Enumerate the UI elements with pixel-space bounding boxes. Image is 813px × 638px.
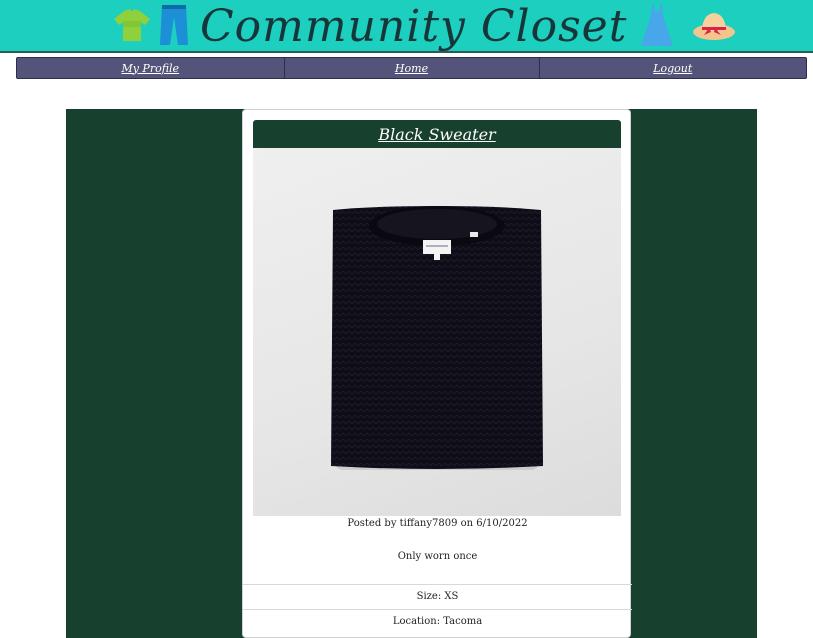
listing-title[interactable]: Black Sweater [253,120,621,148]
tshirt-icon [110,7,154,47]
site-title: Community Closet [200,1,628,52]
nav-my-profile[interactable]: My Profile [17,58,285,78]
nav-logout[interactable]: Logout [540,58,807,78]
listing-size: Size: XS [243,584,632,609]
dress-icon [637,2,677,52]
sunhat-icon [691,8,737,46]
listing-location: Location: Tacoma [243,609,632,634]
listing-description: Only worn once [397,551,478,562]
listing-card: Black Sweater Posted by tiffany7809 on 6… [242,109,632,638]
nav-home[interactable]: Home [285,58,540,78]
jeans-icon [154,3,194,51]
site-header: Community Closet [0,0,813,53]
listing-photo [253,148,621,516]
posted-by-text: Posted by tiffany7809 on 6/10/2022 [347,518,528,529]
main-nav: My Profile Home Logout [16,57,807,79]
